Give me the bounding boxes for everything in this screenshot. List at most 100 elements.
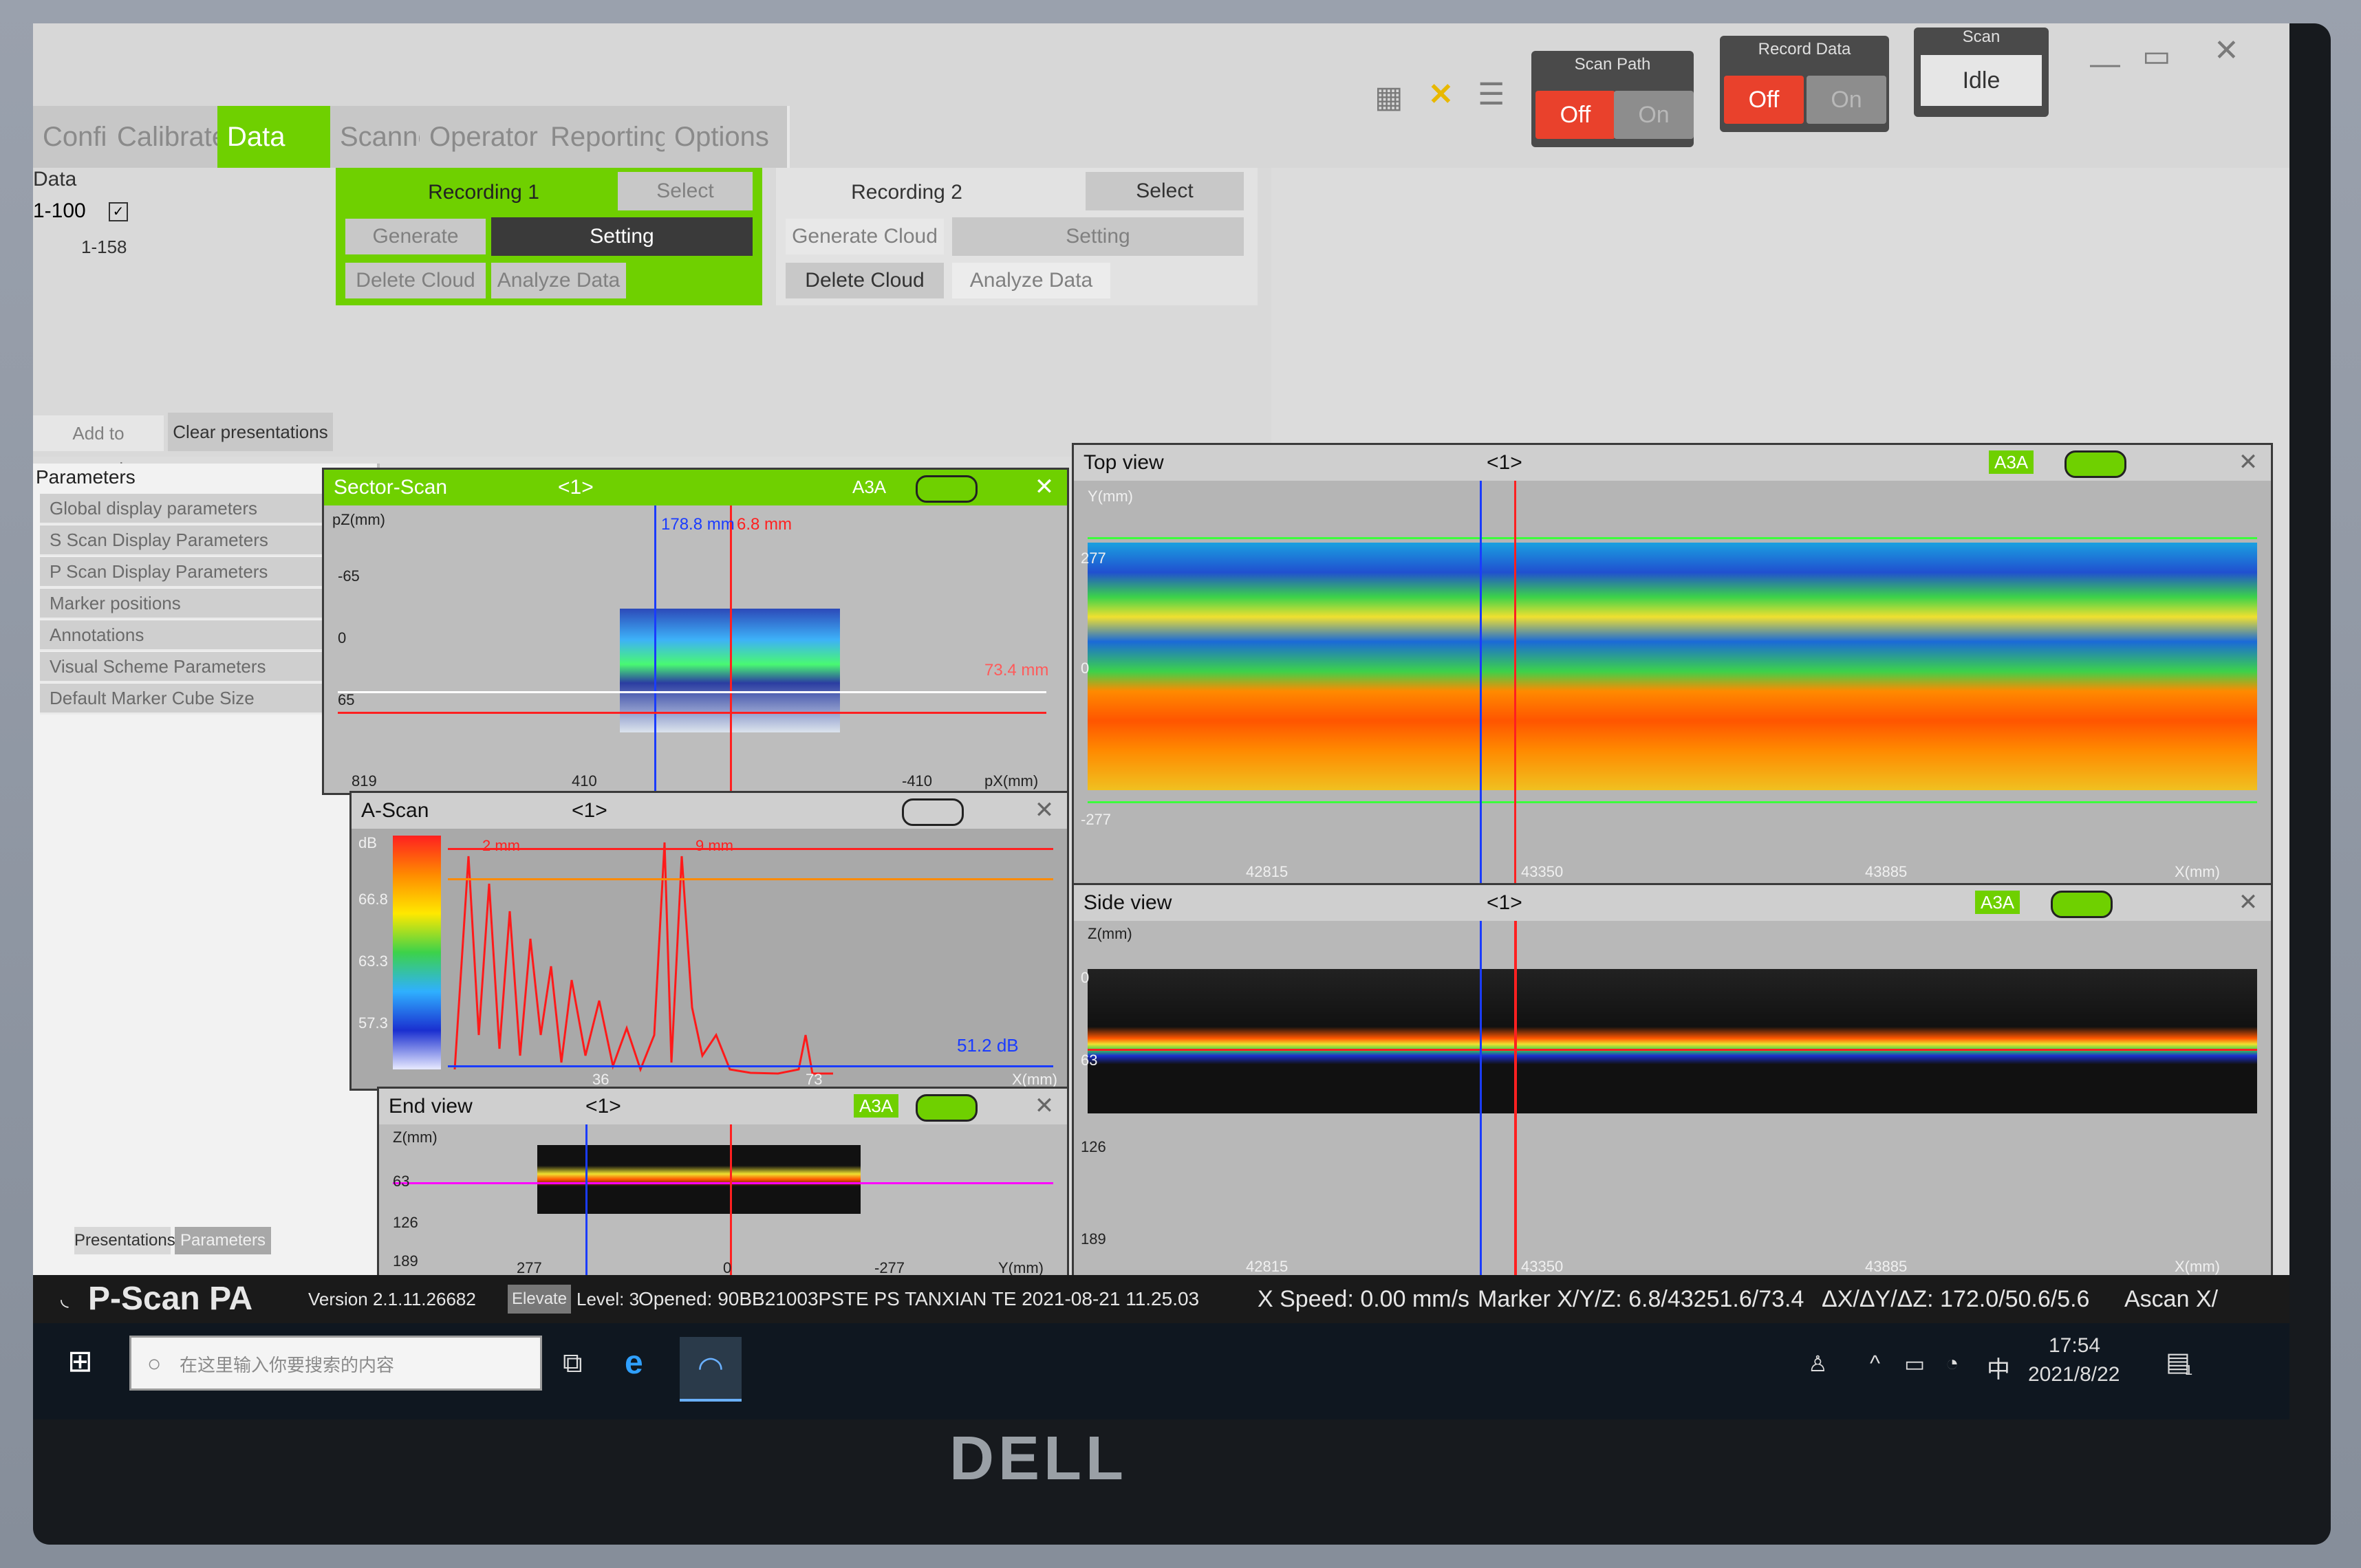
- side-view-red-line: [1088, 1049, 2257, 1051]
- sector-blue-marker[interactable]: [654, 505, 656, 793]
- top-view-xtick-1: 42815: [1246, 863, 1289, 880]
- side-view-nav[interactable]: <1>: [1487, 885, 1522, 921]
- tab-calibrate[interactable]: Calibrate: [107, 106, 234, 168]
- ascan-link-icon[interactable]: [902, 798, 964, 826]
- side-view-header: Side view <1> A3A ✕: [1074, 885, 2271, 921]
- side-view-red-marker[interactable]: [1514, 921, 1517, 1277]
- recording-1-analyze-data-button[interactable]: Analyze Data: [491, 263, 626, 298]
- end-view-nav[interactable]: <1>: [585, 1089, 621, 1124]
- parameter-item-3[interactable]: P Scan Display Parameters: [40, 557, 359, 588]
- task-view-icon[interactable]: ⧉: [563, 1348, 583, 1379]
- windows-start-icon[interactable]: ⊞: [67, 1344, 93, 1379]
- sector-red-marker[interactable]: [730, 505, 732, 793]
- top-view-close-icon[interactable]: ✕: [2236, 450, 2260, 474]
- battery-icon[interactable]: ▭: [1904, 1351, 1925, 1377]
- tools-x-icon[interactable]: ✕: [1428, 77, 1454, 112]
- edge-browser-icon[interactable]: e: [625, 1344, 643, 1382]
- clock-time[interactable]: 17:54: [2049, 1334, 2100, 1358]
- tab-options[interactable]: Options: [665, 106, 790, 168]
- people-icon[interactable]: ♙: [1808, 1351, 1828, 1377]
- side-view-xlabel: X(mm): [2175, 1258, 2220, 1275]
- sector-scan-link-icon[interactable]: [916, 475, 978, 503]
- top-view-plot[interactable]: Y(mm) 277 0 -277 42815 43350 43885 X(mm): [1074, 481, 2271, 885]
- end-view-plot[interactable]: Z(mm) 63 126 189 277 0 -277 Y(mm): [379, 1124, 1067, 1277]
- clear-presentations-button[interactable]: Clear presentations: [168, 413, 333, 451]
- end-view-a3a-toggle[interactable]: A3A: [854, 1094, 899, 1118]
- side-view-blue-marker[interactable]: [1480, 921, 1482, 1277]
- recording-1-generate-cloud-button[interactable]: Generate Cloud: [345, 219, 486, 283]
- side-view-link-icon[interactable]: [2051, 891, 2113, 918]
- data-item-1-checkbox[interactable]: ✓: [109, 202, 128, 221]
- tab-data-view[interactable]: Data View: [217, 106, 347, 214]
- taskbar-search-input[interactable]: 在这里输入你要搜索的内容: [129, 1336, 542, 1391]
- screen: ConfigCalibrateData ViewScannerOperatorR…: [33, 23, 2289, 1419]
- parameter-item-5[interactable]: Annotations: [40, 620, 359, 651]
- top-view-blue-marker[interactable]: [1480, 481, 1482, 885]
- recording-2-select-button[interactable]: Select: [1086, 172, 1244, 210]
- ascan-red-gate[interactable]: [448, 848, 1053, 850]
- clock-date[interactable]: 2021/8/22: [2028, 1363, 2120, 1386]
- close-icon[interactable]: ✕: [2214, 33, 2239, 68]
- end-view-ytick-3: 189: [393, 1252, 418, 1270]
- sector-scan-close-icon[interactable]: ✕: [1033, 475, 1056, 499]
- sector-scan-a3a-toggle[interactable]: A3A: [847, 475, 892, 499]
- grid-icon[interactable]: ▦: [1374, 80, 1403, 115]
- ime-indicator[interactable]: 中: [1987, 1351, 2010, 1384]
- parameter-item-2[interactable]: S Scan Display Parameters: [40, 525, 359, 556]
- tab-reporting[interactable]: Reporting: [541, 106, 681, 168]
- recording-1-select-button[interactable]: Select: [618, 172, 753, 210]
- recording-2-generate-cloud-button[interactable]: Generate Cloud: [786, 219, 944, 254]
- ascan-nav[interactable]: <1>: [572, 793, 607, 829]
- top-view-a3a-toggle[interactable]: A3A: [1989, 450, 2034, 474]
- side-view-a3a-toggle[interactable]: A3A: [1975, 891, 2020, 914]
- ascan-orange-gate[interactable]: [448, 878, 1053, 880]
- top-view-xlabel: X(mm): [2175, 863, 2220, 880]
- elevate-button[interactable]: Elevate: [508, 1285, 572, 1314]
- parameter-item-4[interactable]: Marker positions: [40, 589, 359, 620]
- top-view-link-icon[interactable]: [2064, 450, 2126, 478]
- parameter-item-6[interactable]: Visual Scheme Parameters: [40, 652, 359, 683]
- top-view-red-marker[interactable]: [1514, 481, 1516, 885]
- scan-path-off-button[interactable]: Off: [1535, 91, 1615, 139]
- sector-scan-nav[interactable]: <1>: [558, 470, 594, 505]
- sector-scan-plot[interactable]: pZ(mm) 178.8 mm 6.8 mm 73.4 mm -65 0 65 …: [324, 505, 1067, 793]
- tab-presentations[interactable]: Presentations: [74, 1227, 175, 1254]
- data-item-1[interactable]: 1-100: [33, 199, 86, 223]
- scan-path-on-button[interactable]: On: [1614, 91, 1694, 139]
- end-view-link-icon[interactable]: [916, 1094, 978, 1122]
- recording-2-delete-cloud-button[interactable]: Delete Cloud: [786, 263, 944, 298]
- end-view-close-icon[interactable]: ✕: [1033, 1094, 1056, 1118]
- minimize-icon[interactable]: —: [2090, 47, 2120, 81]
- parameters-header: Parameters: [36, 466, 136, 488]
- parameter-item-1[interactable]: Global display parameters: [40, 494, 359, 525]
- recording-1-delete-cloud-button[interactable]: Delete Cloud: [345, 263, 486, 298]
- side-view-plot[interactable]: Z(mm) 0 63 126 189 42815 43350 43885 X(m…: [1074, 921, 2271, 1277]
- ascan-blue-gate[interactable]: [448, 1065, 1053, 1067]
- recording-2-setting-button[interactable]: Setting: [952, 217, 1244, 256]
- recording-2-analyze-data-button[interactable]: Analyze Data: [952, 263, 1110, 298]
- wifi-icon[interactable]: ◔: [1945, 1351, 1959, 1376]
- data-item-2[interactable]: 1-158: [81, 237, 127, 258]
- menu-icon[interactable]: ☰: [1478, 77, 1505, 112]
- recording-1-setting-button[interactable]: Setting: [491, 217, 753, 256]
- parameter-item-7[interactable]: Default Marker Cube Size: [40, 684, 359, 715]
- record-data-off-button[interactable]: Off: [1724, 76, 1804, 124]
- top-view-nav[interactable]: <1>: [1487, 445, 1522, 481]
- ascan-plot[interactable]: dB 66.8 63.3 57.3 2 mm 9 mm 51.2 dB 36 7…: [352, 829, 1067, 1089]
- ascan-close-icon[interactable]: ✕: [1033, 798, 1056, 822]
- add-to-presentations-button[interactable]: Add to presentations: [33, 415, 164, 479]
- tab-parameters[interactable]: Parameters: [175, 1227, 271, 1254]
- maximize-icon[interactable]: ▭: [2142, 39, 2171, 74]
- end-view-blue-marker[interactable]: [585, 1124, 587, 1277]
- sector-scan-header: Sector-Scan <1> A3A ✕: [324, 470, 1067, 505]
- side-view-close-icon[interactable]: ✕: [2236, 891, 2260, 914]
- pscan-app-taskbar-icon[interactable]: ◠: [680, 1337, 742, 1402]
- top-view-xtick-2: 43350: [1521, 863, 1564, 880]
- record-data-on-button[interactable]: On: [1807, 76, 1886, 124]
- tab-operator[interactable]: Operator: [420, 106, 557, 168]
- end-view-ytick-1: 63: [393, 1173, 410, 1190]
- sector-depth-readout: 73.4 mm: [984, 661, 1049, 679]
- side-view-title: Side view: [1084, 891, 1172, 914]
- end-view-red-marker[interactable]: [730, 1124, 732, 1277]
- chevron-up-icon[interactable]: ^: [1870, 1351, 1880, 1376]
